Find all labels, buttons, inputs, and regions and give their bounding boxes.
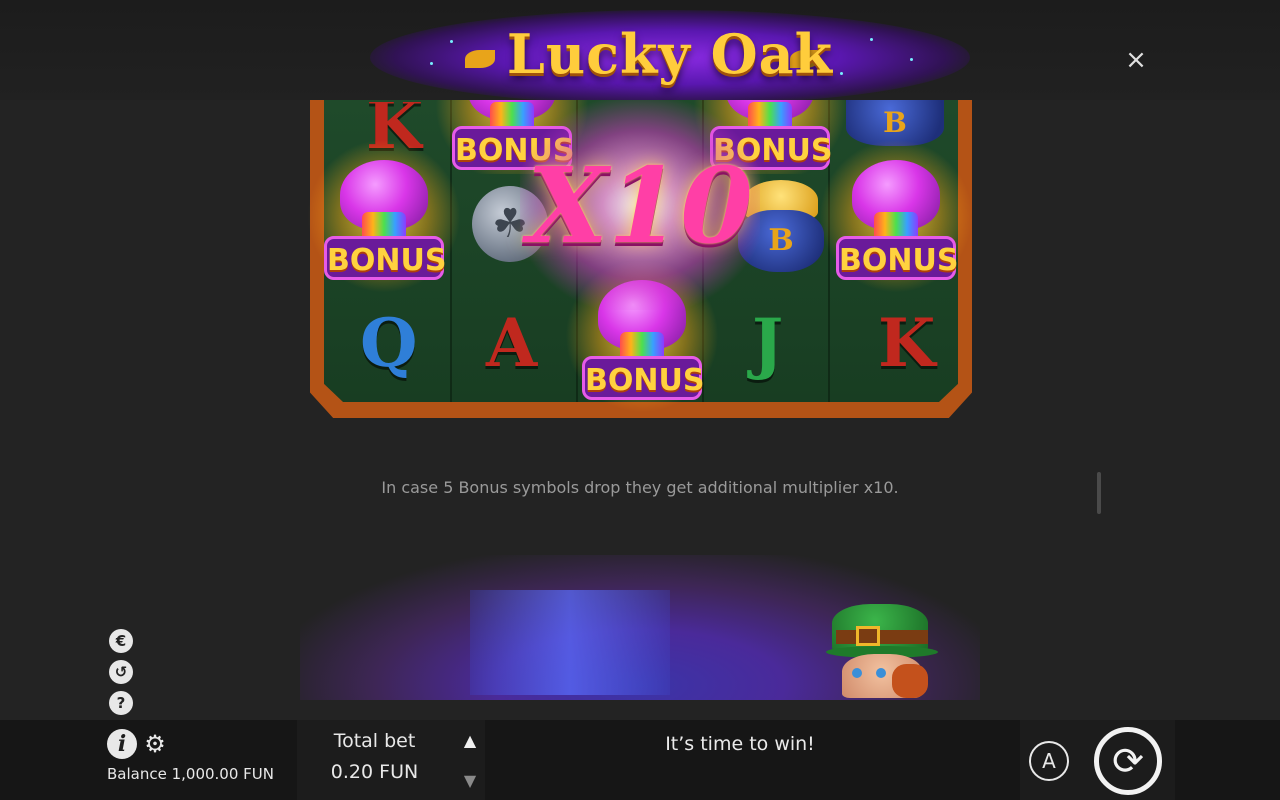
bet-limits-icon: €	[115, 632, 127, 650]
bet-limits-button[interactable]: €	[109, 629, 133, 653]
history-button[interactable]: ↺	[109, 660, 133, 684]
info-button[interactable]: i	[107, 729, 137, 759]
hat-buckle	[856, 626, 880, 646]
leprechaun-beard	[892, 664, 928, 698]
sparkle	[430, 62, 433, 65]
leprechaun-hat	[832, 604, 928, 652]
close-button[interactable]: ×	[1122, 46, 1150, 74]
bet-increase-button[interactable]: ▲	[458, 731, 482, 751]
hat-band	[836, 630, 928, 644]
bonus-label: BONUS	[836, 236, 958, 280]
multiplier-text: X10	[527, 144, 753, 267]
sparkle	[450, 40, 453, 43]
logo-text: Lucky Oak	[506, 22, 834, 86]
symbol-a: A	[486, 304, 538, 382]
bonus-symbol: BONUS	[820, 138, 972, 294]
bonus-label: BONUS	[582, 356, 704, 400]
symbol-k: K	[878, 304, 936, 382]
history-icon: ↺	[114, 663, 128, 681]
sparkle	[870, 38, 873, 41]
arrow-down-icon: ▼	[463, 771, 477, 790]
settings-button[interactable]: ⚙	[143, 731, 167, 757]
close-icon: ×	[1125, 45, 1147, 75]
bonus-symbol: BONUS	[308, 138, 460, 294]
gear-icon: ⚙	[144, 730, 166, 758]
symbol-j: J	[752, 304, 784, 382]
leprechaun-eye	[852, 668, 862, 678]
info-icon: i	[117, 731, 127, 757]
bonus-label: BONUS	[324, 236, 446, 280]
sparkle	[840, 72, 843, 75]
autoplay-icon: A	[1042, 749, 1056, 773]
arrow-up-icon: ▲	[463, 731, 477, 750]
bet-decrease-button[interactable]: ▼	[458, 771, 482, 791]
game-logo: Lucky Oak	[370, 10, 970, 105]
help-button[interactable]: ?	[109, 691, 133, 715]
spin-button[interactable]: ⟳	[1094, 727, 1162, 795]
status-message: It’s time to win!	[665, 733, 815, 755]
leprechaun-eye	[876, 668, 886, 678]
sparkle	[910, 58, 913, 61]
spin-icon: ⟳	[1112, 739, 1144, 783]
symbol-q: Q	[360, 304, 418, 382]
pot-letter: B	[883, 106, 907, 139]
autoplay-button[interactable]: A	[1029, 741, 1069, 781]
scrollbar[interactable]	[1097, 472, 1101, 514]
balance-display: Balance 1,000.00 FUN	[107, 765, 274, 783]
pot-letter: B	[768, 223, 794, 258]
help-icon: ?	[116, 694, 126, 712]
total-bet-label: Total bet	[333, 730, 416, 752]
waterfall	[470, 590, 670, 695]
total-bet-value: 0.20 FUN	[330, 761, 419, 783]
paytable-description: In case 5 Bonus symbols drop they get ad…	[381, 478, 899, 497]
